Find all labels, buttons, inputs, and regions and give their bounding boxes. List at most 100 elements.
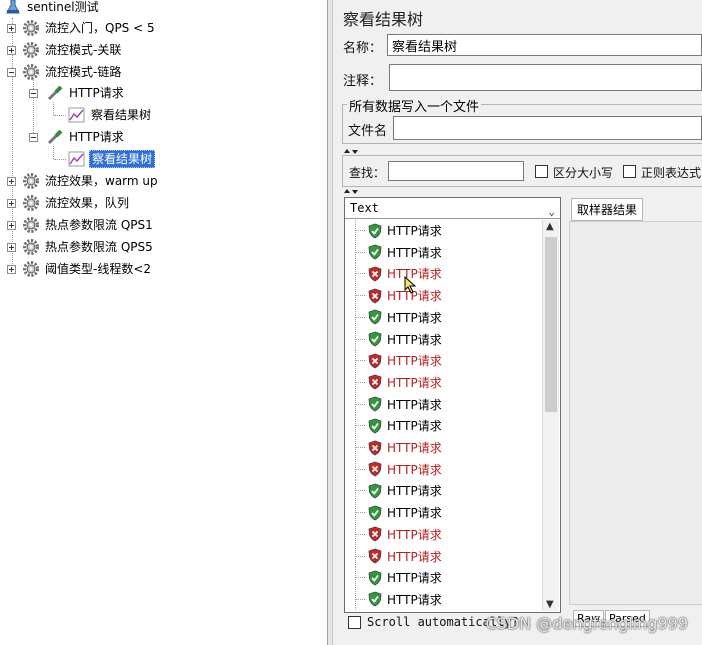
test-plan-tree[interactable]: sentinel测试 流控入门，QPS < 5 流控模式-关联 流控模式-链路: [0, 0, 327, 645]
search-input[interactable]: [388, 161, 524, 181]
result-row[interactable]: HTTP请求: [345, 545, 541, 567]
tree-connector: [355, 316, 365, 318]
expand-arrow-icon[interactable]: [352, 190, 358, 194]
gear-icon: [23, 42, 39, 58]
expand-toggle[interactable]: [7, 24, 16, 33]
failure-shield-icon: [368, 461, 382, 477]
result-row[interactable]: HTTP请求: [345, 480, 541, 502]
tree-connector: [54, 159, 66, 160]
tree-node-label: 流控入门，QPS < 5: [45, 21, 155, 35]
result-label: HTTP请求: [387, 245, 442, 260]
tree-node-label: 热点参数限流 QPS1: [45, 218, 153, 232]
result-row[interactable]: HTTP请求: [345, 306, 541, 328]
tree-connector: [355, 360, 365, 362]
success-shield-icon: [368, 483, 382, 499]
result-label: HTTP请求: [387, 419, 442, 434]
gear-icon: [23, 173, 39, 189]
result-label: HTTP请求: [387, 397, 442, 412]
result-label: HTTP请求: [387, 354, 442, 369]
tree-node-label: HTTP请求: [69, 130, 124, 144]
failure-shield-icon: [368, 440, 382, 455]
expand-toggle[interactable]: [7, 265, 16, 274]
case-sensitive-label: 区分大小写: [553, 166, 614, 180]
chevron-down-icon: ⌄: [548, 205, 555, 218]
tab-sampler-result[interactable]: 取样器结果: [571, 198, 644, 221]
tree-connector: [355, 295, 365, 297]
collapse-toggle[interactable]: [29, 133, 38, 142]
expand-toggle[interactable]: [7, 199, 16, 208]
tree-connector: [355, 533, 365, 535]
tree-connector: [355, 577, 365, 579]
result-row[interactable]: HTTP请求: [345, 588, 541, 610]
expand-toggle[interactable]: [7, 221, 16, 230]
expand-arrow-icon[interactable]: [352, 150, 358, 154]
tree-node-view-results-tree[interactable]: 察看结果树: [68, 105, 153, 125]
renderer-select[interactable]: Text ⌄: [345, 198, 560, 219]
result-row[interactable]: HTTP请求: [345, 328, 541, 350]
tree-node-thread-group[interactable]: 流控效果，warm up: [22, 171, 160, 191]
filename-input[interactable]: [393, 116, 702, 140]
tree-node-thread-group[interactable]: 流控模式-关联: [22, 40, 123, 60]
tree-node-thread-group[interactable]: 流控效果，队列: [22, 193, 131, 213]
tree-node-http-request[interactable]: HTTP请求: [46, 127, 126, 147]
tree-node-thread-group[interactable]: 流控入门，QPS < 5: [22, 18, 157, 38]
collapse-toggle[interactable]: [7, 68, 16, 77]
failure-shield-icon: [368, 548, 382, 564]
result-row[interactable]: HTTP请求: [345, 458, 541, 480]
gear-icon: [23, 20, 39, 36]
collapse-arrow-icon[interactable]: [344, 189, 350, 193]
scrollbar-thumb[interactable]: [545, 237, 557, 412]
comment-label: 注释：: [343, 74, 383, 89]
scroll-down-icon[interactable]: ▼: [546, 599, 554, 610]
result-row[interactable]: HTTP请求: [345, 393, 541, 415]
success-shield-icon: [368, 223, 382, 238]
tree-node-thread-group[interactable]: 热点参数限流 QPS1: [22, 215, 155, 235]
result-label: HTTP请求: [387, 571, 442, 586]
expand-toggle[interactable]: [7, 243, 16, 252]
result-label: HTTP请求: [387, 592, 442, 607]
tree-node-thread-group[interactable]: 流控模式-链路: [22, 62, 123, 82]
comment-input[interactable]: [389, 64, 702, 91]
expand-toggle[interactable]: [7, 177, 16, 186]
result-row[interactable]: HTTP请求: [345, 523, 541, 545]
success-shield-icon: [368, 418, 382, 434]
result-row[interactable]: HTTP请求: [345, 371, 541, 393]
scroll-automatically-checkbox[interactable]: [348, 616, 361, 629]
tree-connector: [355, 588, 356, 610]
result-row[interactable]: HTTP请求: [345, 263, 541, 285]
result-label: HTTP请求: [387, 462, 442, 477]
gear-icon: [23, 239, 39, 255]
tree-node-label: 流控模式-关联: [45, 43, 122, 57]
tree-node-root[interactable]: sentinel测试: [4, 0, 101, 17]
collapse-toggle[interactable]: [29, 89, 38, 98]
case-sensitive-checkbox[interactable]: [535, 165, 548, 178]
result-label: HTTP请求: [387, 310, 442, 325]
results-scrollbar[interactable]: ▲ ▼: [542, 220, 559, 611]
tree-node-view-results-tree-selected[interactable]: 察看结果树: [68, 149, 156, 169]
tree-node-thread-group[interactable]: 热点参数限流 QPS5: [22, 237, 155, 257]
tree-connector: [355, 415, 356, 437]
tree-connector: [355, 393, 356, 415]
name-input[interactable]: [387, 34, 702, 56]
panel-title: 察看结果树: [343, 10, 424, 29]
result-row[interactable]: HTTP请求: [345, 285, 541, 307]
tree-connector: [355, 480, 356, 502]
tree-node-http-request[interactable]: HTTP请求: [46, 83, 126, 103]
result-row[interactable]: HTTP请求: [345, 502, 541, 524]
tree-node-label: 阈值类型-线程数<2: [45, 262, 152, 276]
result-row[interactable]: HTTP请求: [345, 415, 541, 437]
regex-checkbox[interactable]: [623, 165, 636, 178]
chart-icon: [68, 151, 85, 167]
result-row[interactable]: HTTP请求: [345, 220, 541, 241]
result-row[interactable]: HTTP请求: [345, 567, 541, 589]
result-row[interactable]: HTTP请求: [345, 437, 541, 458]
tree-connector: [54, 115, 66, 116]
collapse-arrow-icon[interactable]: [344, 149, 350, 153]
tree-node-label: 流控效果，队列: [45, 196, 130, 210]
tree-node-thread-group[interactable]: 阈值类型-线程数<2: [22, 259, 153, 279]
result-row[interactable]: HTTP请求: [345, 241, 541, 263]
expand-toggle[interactable]: [7, 46, 16, 55]
result-row[interactable]: HTTP请求: [345, 350, 541, 372]
sample-results-list[interactable]: Text ⌄ HTTP请求 HTTP请求 HTTP请求 HTTP请求 HTTP请求 HTT…: [344, 197, 561, 613]
scroll-up-icon[interactable]: ▲: [546, 221, 554, 232]
